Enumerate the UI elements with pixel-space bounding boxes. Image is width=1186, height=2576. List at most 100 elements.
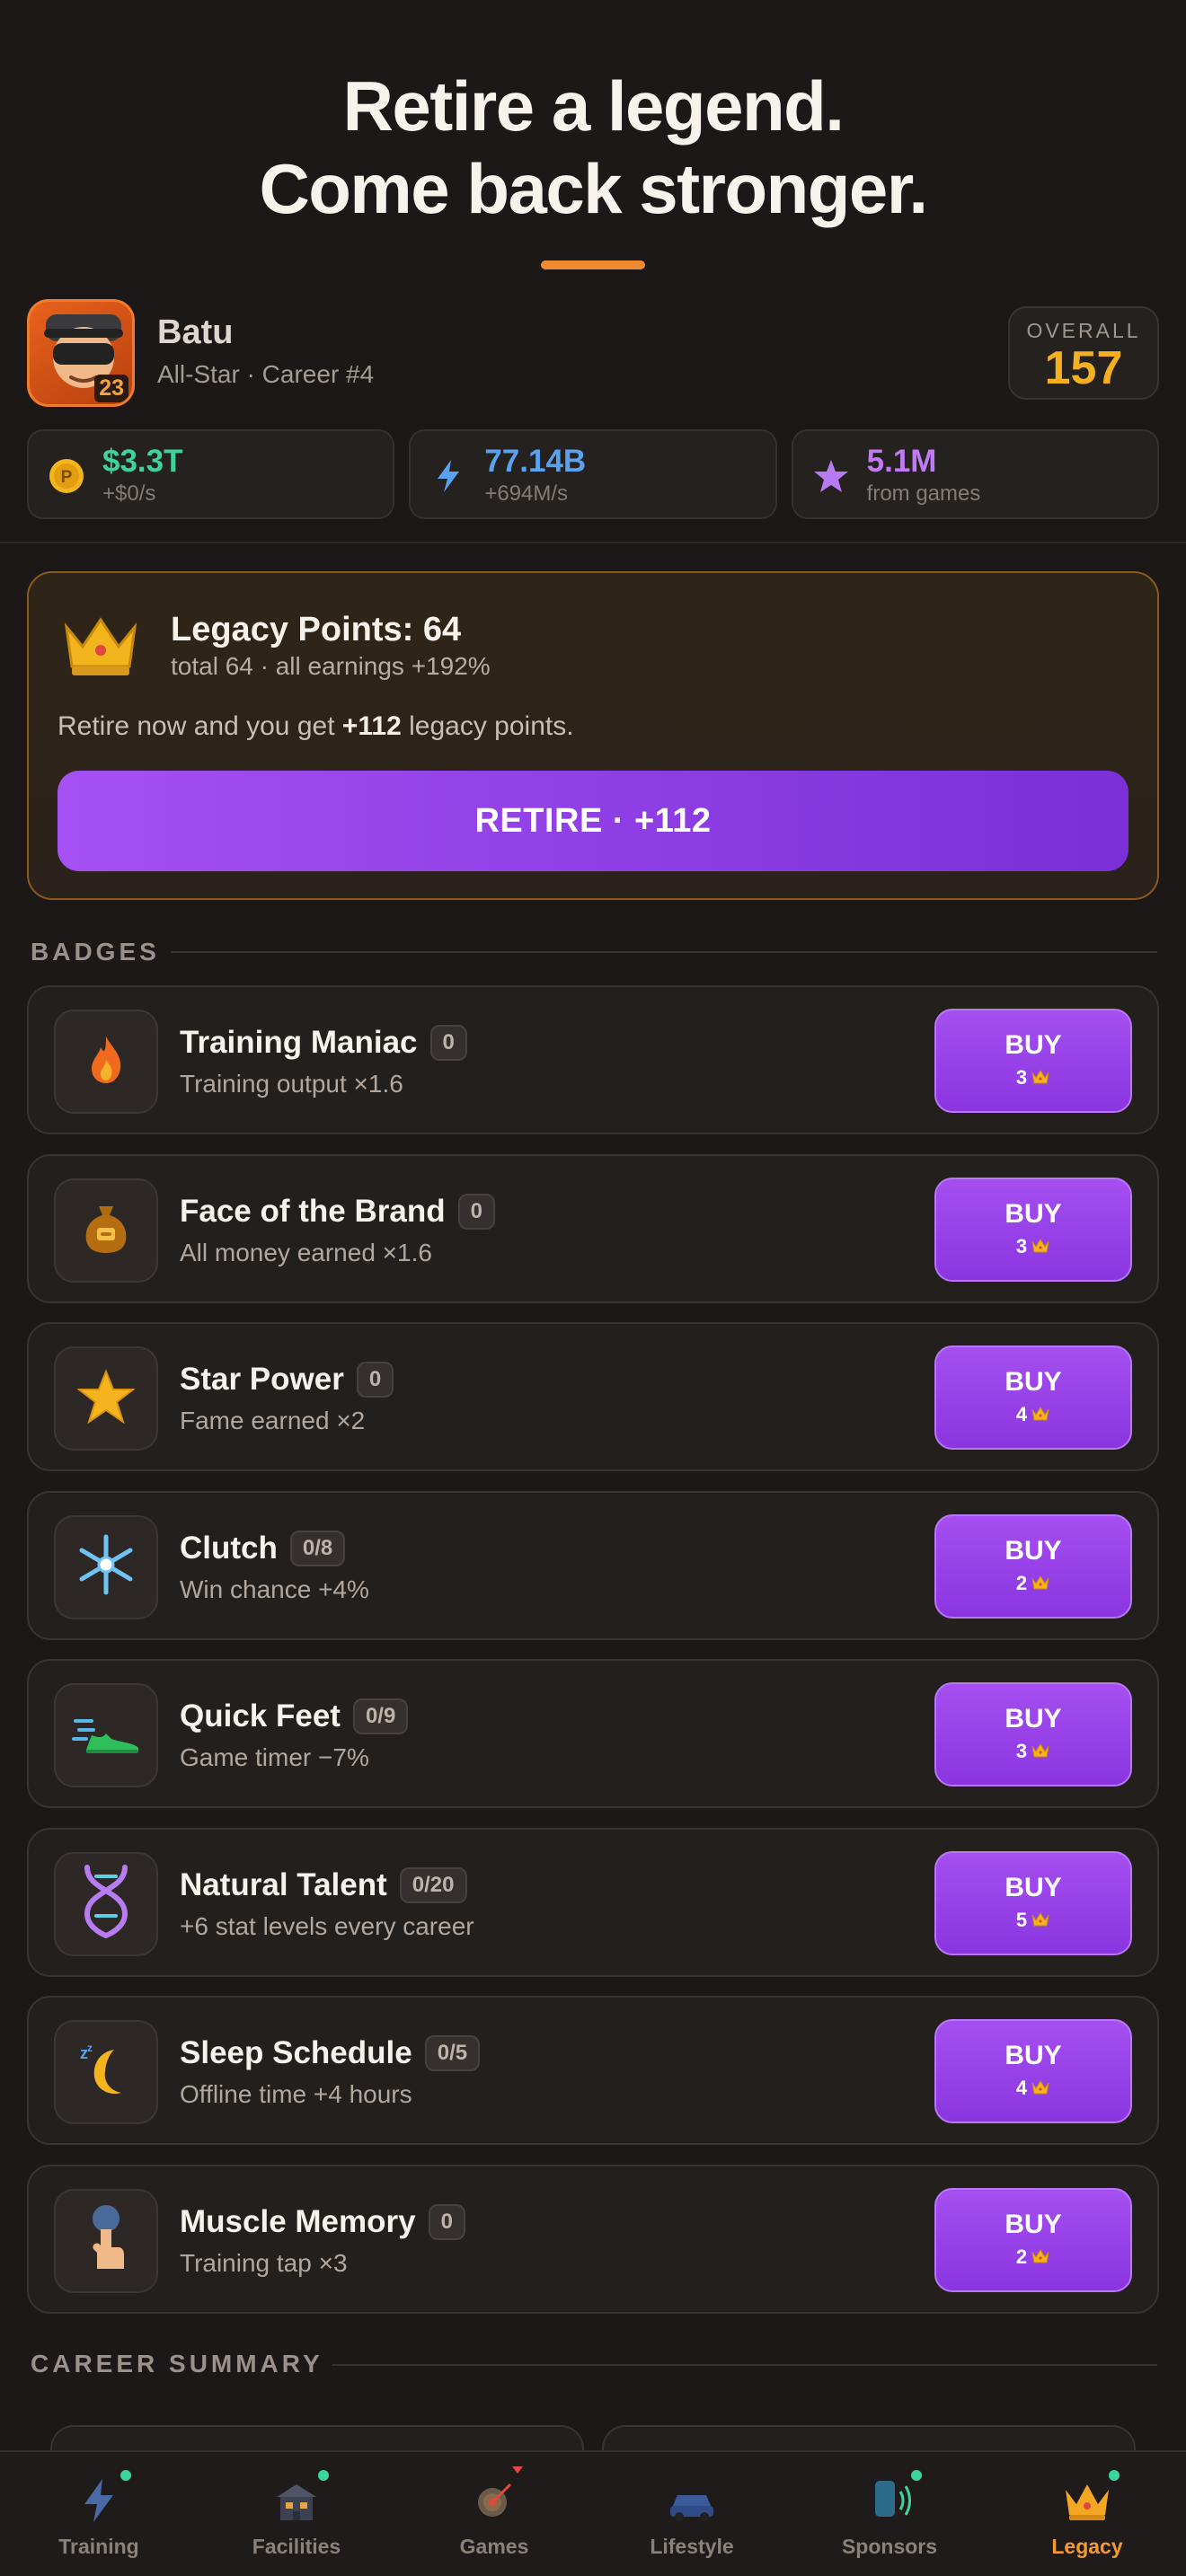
buy-cost-value: 3 (1015, 1740, 1028, 1762)
buy-button[interactable]: BUY 3 (934, 1009, 1132, 1113)
buy-label: BUY (1005, 1367, 1062, 1397)
crown-icon (1031, 1911, 1049, 1926)
badge-description: +6 stat levels every career (180, 1911, 474, 1940)
tab-label: Games (459, 2535, 529, 2558)
legacy-points-subtitle: total 64 · all earnings +192% (171, 652, 491, 680)
badge-name: Face of the Brand (180, 1193, 446, 1229)
crown-icon (64, 617, 137, 675)
buy-cost-value: 5 (1015, 1908, 1028, 1931)
crown-icon (1031, 1070, 1049, 1084)
badge-icon-frame: zz (54, 2020, 158, 2124)
tab-legacy[interactable]: Legacy (988, 2452, 1186, 2576)
badge-title-row: Quick Feet 0/9 (180, 1698, 409, 1734)
buy-cost: 3 (936, 1235, 1130, 1258)
overall-rating: OVERALL 157 (1008, 306, 1159, 400)
badge-name: Sleep Schedule (180, 2035, 412, 2070)
stat-sub: from games (866, 481, 981, 506)
hero-line-2: Come back stronger. (259, 149, 928, 228)
buy-button[interactable]: BUY 2 (934, 2187, 1132, 2292)
badge-count: 0 (356, 1362, 394, 1398)
snowflake-icon (75, 1533, 137, 1601)
level-badge: 23 (94, 375, 128, 402)
tab-sponsors[interactable]: Sponsors (791, 2452, 988, 2576)
badge-card: Face of the Brand 0 All money earned ×1.6 B… (27, 1153, 1159, 1303)
badge-description: Fame earned ×2 (180, 1407, 366, 1434)
hero-line-1: Retire a legend. (342, 66, 845, 146)
tab-label: Facilities (252, 2535, 341, 2558)
notification-dot (120, 2470, 131, 2481)
buy-cost: 5 (936, 1909, 1130, 1932)
target-icon (467, 2474, 521, 2527)
badge-count: 0/8 (289, 1530, 346, 1566)
retire-button[interactable]: RETIRE · +112 (58, 771, 1128, 871)
player-profile: 23 Batu All-Star · Career #4 OVERALL 157 (27, 299, 1159, 407)
stat-fame[interactable]: 5.1M from games (791, 429, 1159, 519)
buy-cost: 2 (936, 2245, 1130, 2269)
badge-description: All money earned ×1.6 (180, 1238, 432, 1266)
buy-button[interactable]: BUY 4 (934, 2019, 1132, 2123)
badge-card: Clutch 0/8 Win chance +4% BUY 2 (27, 1490, 1159, 1640)
lightning-icon (438, 460, 460, 492)
badge-description: Offline time +4 hours (180, 2080, 412, 2108)
dna-icon (75, 1864, 137, 1944)
phone-icon (863, 2474, 916, 2527)
buy-cost-value: 2 (1015, 1571, 1028, 1594)
badge-card: Quick Feet 0/9 Game timer −7% BUY 3 (27, 1659, 1159, 1808)
coin-icon: P (49, 459, 84, 493)
buy-cost: 2 (936, 1572, 1130, 1595)
badge-icon-frame (54, 1346, 158, 1451)
badge-title-row: Sleep Schedule 0/5 (180, 2035, 481, 2071)
badge-title-row: Star Power 0 (180, 1362, 394, 1398)
badge-icon-frame (54, 1010, 158, 1114)
badge-name: Star Power (180, 1362, 344, 1397)
buy-label: BUY (1005, 1872, 1062, 1902)
badge-title-row: Clutch 0/8 (180, 1530, 346, 1566)
player-name: Batu (157, 313, 234, 351)
car-icon (665, 2474, 719, 2527)
crown-icon (1031, 1238, 1049, 1252)
building-icon (270, 2474, 323, 2527)
overall-label: OVERALL (1026, 319, 1141, 342)
buy-button[interactable]: BUY 2 (934, 1513, 1132, 1619)
crown-icon (1060, 2474, 1114, 2527)
badge-name: Muscle Memory (180, 2203, 416, 2239)
buy-button[interactable]: BUY 5 (934, 1850, 1132, 1955)
section-divider (171, 951, 1157, 953)
buy-button[interactable]: BUY 4 (934, 1345, 1132, 1450)
section-title-badges: BADGES (31, 938, 160, 966)
lightning-icon (72, 2474, 126, 2527)
avatar[interactable]: 23 (27, 299, 135, 407)
badge-title-row: Muscle Memory 0 (180, 2203, 465, 2240)
star-icon (813, 460, 848, 492)
section-title-career-summary: CAREER SUMMARY (31, 2350, 323, 2378)
tab-label: Training (58, 2535, 139, 2558)
badge-card: Training Maniac 0 Training output ×1.6 BUY 3 (27, 985, 1159, 1134)
buy-cost: 3 (936, 1066, 1130, 1090)
badge-description: Game timer −7% (180, 1743, 369, 1771)
notification-marker (512, 2466, 523, 2474)
badge-icon-frame (54, 2188, 158, 2293)
badge-count: 0/5 (424, 2035, 481, 2071)
tab-facilities[interactable]: Facilities (198, 2452, 395, 2576)
badge-card: Star Power 0 Fame earned ×2 BUY 4 (27, 1322, 1159, 1471)
buy-button[interactable]: BUY 3 (934, 1177, 1132, 1282)
badge-title-row: Training Maniac 0 (180, 1025, 467, 1061)
buy-button[interactable]: BUY 3 (934, 1682, 1132, 1786)
tab-games[interactable]: Games (395, 2452, 593, 2576)
retire-points: +112 (341, 711, 402, 741)
crown-icon (1031, 2248, 1049, 2263)
section-divider (332, 2364, 1157, 2366)
money-bag-icon (77, 1199, 135, 1261)
buy-label: BUY (1005, 1704, 1062, 1734)
stat-money[interactable]: P $3.3T +$0/s (27, 429, 395, 519)
stat-energy[interactable]: 77.14B +694M/s (409, 429, 777, 519)
crown-icon (1031, 1407, 1049, 1421)
tab-label: Lifestyle (650, 2535, 734, 2558)
flame-icon (79, 1033, 133, 1091)
tab-training[interactable]: Training (0, 2452, 198, 2576)
badge-icon-frame (54, 1683, 158, 1787)
header-divider (0, 542, 1186, 543)
tap-finger-icon (79, 2202, 133, 2279)
tab-lifestyle[interactable]: Lifestyle (593, 2452, 791, 2576)
buy-cost-value: 4 (1015, 2077, 1028, 2099)
